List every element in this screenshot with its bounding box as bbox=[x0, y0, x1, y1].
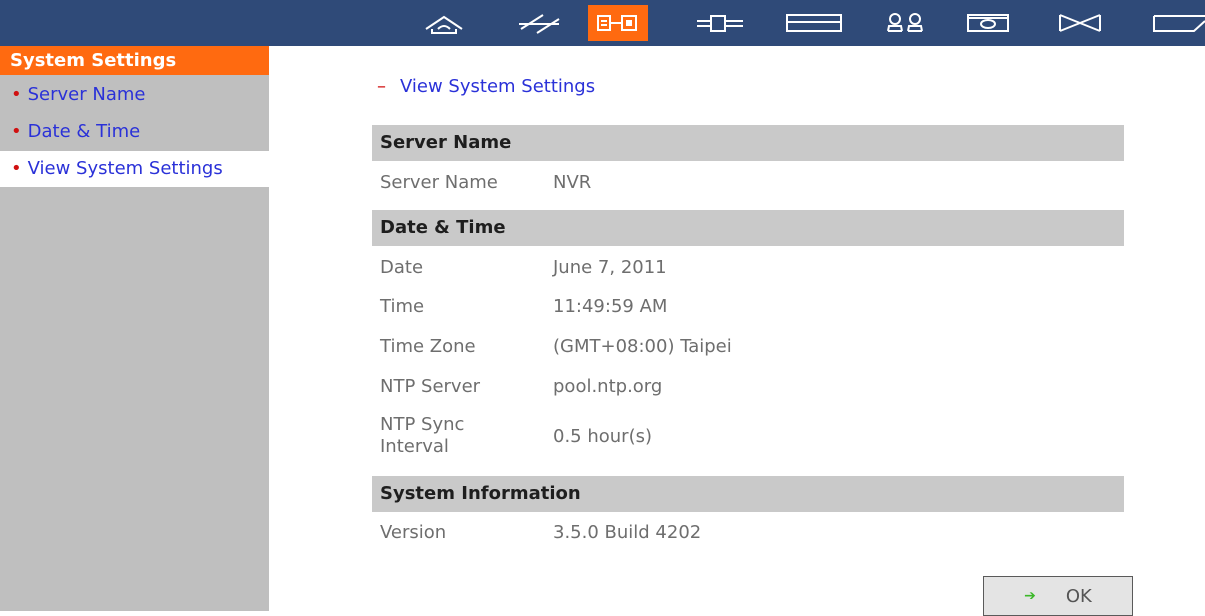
field-value: NVR bbox=[553, 172, 592, 193]
field-value: 11:49:59 AM bbox=[553, 296, 668, 317]
system-tools-icon[interactable] bbox=[1050, 5, 1110, 41]
field-label: Server Name bbox=[380, 172, 498, 193]
ok-button[interactable]: ➔ OK bbox=[983, 576, 1133, 616]
bullet-icon: • bbox=[11, 121, 22, 142]
sidebar-item-label: Date & Time bbox=[27, 121, 141, 142]
field-label: NTP Sync Interval bbox=[380, 414, 464, 458]
sidebar-item-date-time[interactable]: • Date & Time bbox=[0, 114, 269, 150]
sidebar: System Settings • Server Name • Date & Tim… bbox=[0, 46, 269, 611]
top-toolbar bbox=[0, 0, 1205, 46]
breadcrumb-marker: – bbox=[377, 76, 386, 97]
section-header-system-information: System Information bbox=[372, 476, 1124, 512]
field-value: 0.5 hour(s) bbox=[553, 426, 652, 447]
breadcrumb: – View System Settings bbox=[377, 76, 595, 97]
sidebar-item-server-name[interactable]: • Server Name bbox=[0, 77, 269, 113]
system-settings-icon[interactable] bbox=[588, 5, 648, 41]
field-label-line: NTP Sync bbox=[380, 414, 465, 435]
section-header-date-time: Date & Time bbox=[372, 210, 1124, 246]
network-icon[interactable] bbox=[690, 5, 750, 41]
field-label: Date bbox=[380, 257, 424, 278]
field-value: 3.5.0 Build 4202 bbox=[553, 522, 702, 543]
sidebar-header: System Settings bbox=[0, 46, 269, 75]
sidebar-item-label: Server Name bbox=[27, 84, 146, 105]
camera-settings-icon[interactable] bbox=[958, 5, 1018, 41]
field-value: pool.ntp.org bbox=[553, 376, 663, 397]
user-management-icon[interactable] bbox=[876, 5, 936, 41]
sidebar-item-view-system-settings[interactable]: • View System Settings bbox=[0, 151, 269, 187]
field-value: (GMT+08:00) Taipei bbox=[553, 336, 732, 357]
home-icon[interactable] bbox=[414, 5, 474, 41]
field-label: Version bbox=[380, 522, 447, 543]
bullet-icon: • bbox=[11, 84, 22, 105]
ok-button-label: OK bbox=[1065, 585, 1092, 607]
event-logs-icon[interactable] bbox=[1150, 5, 1205, 41]
arrow-right-icon: ➔ bbox=[1024, 588, 1036, 604]
quick-config-icon[interactable] bbox=[510, 5, 570, 41]
sidebar-item-label: View System Settings bbox=[27, 158, 223, 179]
bullet-icon: • bbox=[11, 158, 22, 179]
field-label: Time bbox=[380, 296, 425, 317]
device-config-icon[interactable] bbox=[784, 5, 844, 41]
field-label-line: Interval bbox=[380, 436, 449, 457]
section-header-server-name: Server Name bbox=[372, 125, 1124, 161]
field-label: Time Zone bbox=[380, 336, 476, 357]
breadcrumb-label: View System Settings bbox=[400, 76, 596, 97]
field-value: June 7, 2011 bbox=[553, 257, 667, 278]
field-label: NTP Server bbox=[380, 376, 481, 397]
